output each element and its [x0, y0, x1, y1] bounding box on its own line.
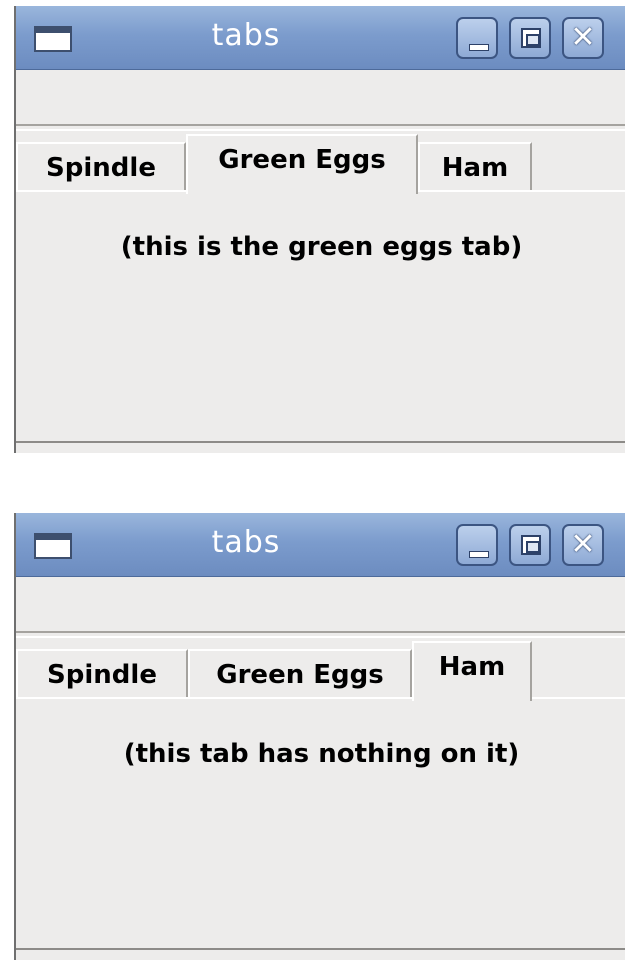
title-bar[interactable]: tabs ✕	[16, 6, 625, 70]
tab-strip: Spindle Green Eggs Ham	[16, 641, 625, 701]
tabs-window-1: tabs ✕ Spindle Green Eggs Ham (this is t…	[14, 6, 625, 453]
minimize-button[interactable]	[456, 17, 498, 59]
tab-spindle[interactable]: Spindle	[16, 649, 188, 699]
close-button[interactable]: ✕	[562, 17, 604, 59]
close-icon: ✕	[570, 527, 596, 562]
tab-strip: Spindle Green Eggs Ham	[16, 134, 625, 194]
window-title: tabs	[211, 525, 281, 560]
maximize-icon	[521, 535, 541, 555]
panel-label: (this is the green eggs tab)	[120, 232, 523, 262]
window-title: tabs	[211, 18, 281, 53]
minimize-icon	[469, 44, 489, 51]
tab-green-eggs[interactable]: Green Eggs	[188, 649, 412, 699]
close-icon: ✕	[570, 20, 596, 55]
separator	[16, 124, 625, 131]
maximize-icon	[521, 28, 541, 48]
separator	[16, 631, 625, 638]
tab-ham[interactable]: Ham	[418, 142, 532, 192]
close-button[interactable]: ✕	[562, 524, 604, 566]
minimize-button[interactable]	[456, 524, 498, 566]
title-bar[interactable]: tabs ✕	[16, 513, 625, 577]
tab-ham[interactable]: Ham	[412, 641, 532, 701]
minimize-icon	[469, 551, 489, 558]
maximize-button[interactable]	[509, 524, 551, 566]
tab-panel: (this is the green eggs tab)	[16, 190, 625, 443]
tabs-window-2: tabs ✕ Spindle Green Eggs Ham (this tab …	[14, 513, 625, 960]
maximize-button[interactable]	[509, 17, 551, 59]
panel-label: (this tab has nothing on it)	[123, 739, 520, 769]
tab-spindle[interactable]: Spindle	[16, 142, 186, 192]
tab-green-eggs[interactable]: Green Eggs	[186, 134, 418, 194]
tab-panel: (this tab has nothing on it)	[16, 697, 625, 950]
